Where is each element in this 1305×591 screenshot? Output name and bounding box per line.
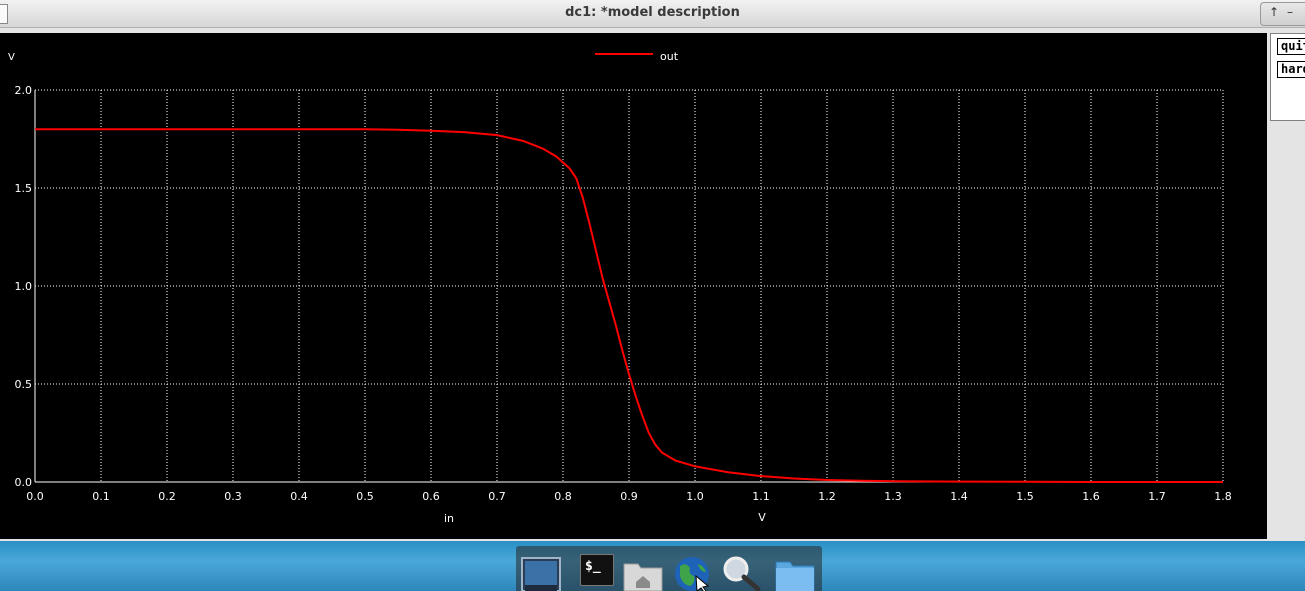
x-tick-label: 0.1 <box>92 490 110 503</box>
x-tick-label: 0.6 <box>422 490 440 503</box>
x-tick-label: 0.8 <box>554 490 572 503</box>
x-tick-label: 1.5 <box>1016 490 1034 503</box>
x-tick-label: 0.3 <box>224 490 242 503</box>
waveform-plot: 0.0 0.1 0.2 0.3 0.4 0.5 0.6 0.7 0.8 0.9 1.0 1.1 1.2 1… <box>8 50 1232 525</box>
window-title: dc1: *model description <box>565 5 740 20</box>
x-tick-label: 0.9 <box>620 490 638 503</box>
plot-window[interactable]: 0.0 0.1 0.2 0.3 0.4 0.5 0.6 0.7 0.8 0.9 1.0 1.1 1.2 1… <box>0 33 1267 539</box>
minimize-icon[interactable]: – <box>1287 5 1293 19</box>
x-tick-label: 1.7 <box>1148 490 1166 503</box>
terminal-icon[interactable]: $_ <box>580 554 614 586</box>
x-tick-label: 1.8 <box>1214 490 1232 503</box>
folder-icon[interactable] <box>774 556 816 591</box>
window-controls[interactable]: ↑ – <box>1260 2 1305 26</box>
window-titlebar[interactable]: dc1: *model description ↑ – <box>0 0 1305 28</box>
legend-label: out <box>660 50 679 63</box>
home-folder-icon[interactable] <box>622 556 664 591</box>
x-tick-label: 1.3 <box>884 490 902 503</box>
desktop-icon[interactable] <box>520 556 562 591</box>
quit-button[interactable]: quit <box>1277 38 1305 55</box>
y-tick-label: 1.5 <box>15 182 33 195</box>
x-tick-label: 1.4 <box>950 490 968 503</box>
x-tick-label: 1.1 <box>752 490 770 503</box>
x-tick-label: 0.7 <box>488 490 506 503</box>
x-tick-label: 1.6 <box>1082 490 1100 503</box>
y-axis-unit: V <box>8 52 15 63</box>
hardcopy-button[interactable]: hardcopy <box>1277 61 1305 78</box>
x-tick-label: 0.4 <box>290 490 308 503</box>
x-tick-label: 0.2 <box>158 490 176 503</box>
x-axis-label: in <box>444 512 454 525</box>
maximize-icon[interactable]: ↑ <box>1269 5 1279 19</box>
browser-icon[interactable] <box>672 556 714 591</box>
y-tick-label: 2.0 <box>15 84 33 97</box>
x-tick-label: 1.2 <box>818 490 836 503</box>
search-icon[interactable] <box>720 556 762 591</box>
side-panel: quit hardcopy <box>1270 33 1305 121</box>
y-tick-label: 0.5 <box>15 378 33 391</box>
y-tick-label: 1.0 <box>15 280 33 293</box>
y-tick-label: 0.0 <box>15 476 33 489</box>
x-tick-label: 1.0 <box>686 490 704 503</box>
x-tick-label: 0.0 <box>26 490 44 503</box>
x-tick-label: 0.5 <box>356 490 374 503</box>
x-axis-unit: V <box>758 511 766 524</box>
dock: $_ <box>516 546 822 591</box>
